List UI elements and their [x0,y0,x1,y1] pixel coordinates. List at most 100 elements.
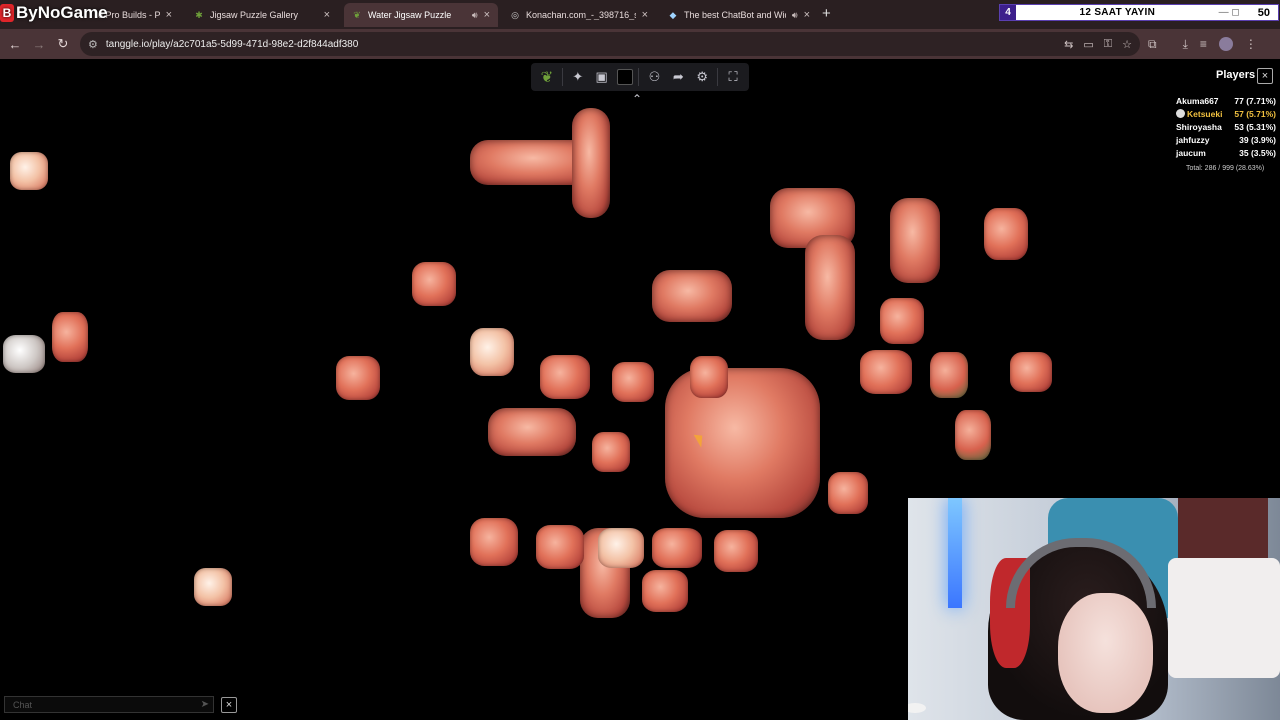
puzzle-piece[interactable] [3,335,45,373]
stream-status-bar: 4 12 SAAT YAYIN — ◻ 50 [999,4,1279,21]
close-icon[interactable]: × [642,9,648,21]
forward-arrow-icon[interactable]: → [27,37,51,52]
player-name: Akuma667 [1176,95,1219,106]
puzzle-piece[interactable] [470,328,514,376]
collapse-toolbar-icon[interactable]: ⌃ [632,92,642,106]
tab-title: Jigsaw Puzzle Gallery [210,10,299,20]
window-controls-icon: — ◻ [1218,7,1240,18]
tanggle-logo-icon[interactable]: ❦ [538,68,556,86]
close-icon[interactable]: × [484,9,490,21]
puzzle-piece[interactable] [828,472,868,514]
reload-icon[interactable]: ↻ [51,36,75,52]
site-info-icon[interactable]: ⚙︎ [88,38,98,51]
puzzle-piece[interactable] [1010,352,1052,392]
new-tab-button[interactable]: + [822,5,831,22]
puzzle-piece[interactable] [984,208,1028,260]
players-close-button[interactable]: × [1257,68,1273,84]
cast-icon[interactable]: ▭ [1083,38,1093,51]
puzzle-piece-cluster[interactable] [805,235,855,340]
close-icon[interactable]: × [804,9,810,21]
player-name-text: Ketsueki [1187,108,1223,119]
close-icon[interactable]: × [324,9,330,21]
address-bar[interactable]: ⚙︎ tanggle.io/play/a2c701a5-5d99-471d-98… [80,32,1140,56]
browser-toolbar: ← → ↻ ⚙︎ tanggle.io/play/a2c701a5-5d99-4… [0,29,1280,59]
game-toolbar: ❦ ✦ ▣ ⚇ ➦ ⚙︎ ⛶ [531,63,749,91]
progress-total: Total: 286 / 999 (28.63%) [1186,165,1265,172]
puzzle-piece[interactable] [194,568,232,606]
puzzle-piece[interactable] [955,410,991,460]
chat-close-button[interactable]: × [221,697,237,713]
key-icon[interactable]: ⚿ [1104,38,1112,51]
puzzle-piece[interactable] [652,528,702,568]
puzzle-piece-cluster[interactable] [652,270,732,322]
playlist-icon[interactable]: ≡ [1200,37,1207,51]
player-score: 77 (7.71%) [1234,95,1276,106]
stream-label: 12 SAAT YAYIN [1079,7,1156,18]
puzzle-piece[interactable] [592,432,630,472]
globe-icon: ◎ [511,9,519,20]
puzzle-piece-cluster[interactable] [665,368,820,518]
player-row: Shiroyasha 53 (5.31%) [1176,120,1276,133]
webcam-streamer-face [1058,593,1153,713]
puzzle-piece[interactable] [470,518,518,566]
puzzle-piece-cluster[interactable] [572,108,610,218]
tab-jigsaw-gallery[interactable]: ✱ Jigsaw Puzzle Gallery × [186,3,338,27]
chat-placeholder: Chat [13,699,33,710]
extensions-icon[interactable]: ⧉ [1148,37,1157,52]
logo-text: ByNoGame [16,3,108,22]
tab-title: Water Jigsaw Puzzle [368,10,452,20]
puzzle-piece[interactable] [880,298,924,344]
puzzle-piece-cluster[interactable] [488,408,576,456]
chat-input[interactable]: Chat ➤ [4,696,214,713]
player-row-self: Ketsueki 57 (5.71%) [1176,107,1276,120]
player-row: jahfuzzy 39 (3.9%) [1176,133,1276,146]
puzzle-piece[interactable] [336,356,380,400]
tab-chatbot[interactable]: ◆ The best ChatBot and Widg 🔊︎ × [660,3,818,27]
players-icon[interactable]: ⚇ [645,68,663,86]
url-text: tanggle.io/play/a2c701a5-5d99-471d-98e2-… [105,38,359,50]
players-list: Akuma667 77 (7.71%) Ketsueki 57 (5.71%) … [1176,94,1276,159]
puzzle-piece[interactable] [714,530,758,572]
puzzle-piece[interactable] [690,356,728,398]
bookmark-star-icon[interactable]: ☆ [1122,38,1132,51]
background-color-button[interactable] [616,69,633,85]
stream-count: 50 [1257,6,1270,19]
profile-avatar[interactable] [1218,37,1233,51]
puzzle-piece[interactable] [540,355,590,399]
logo-mark-icon: B [0,4,14,22]
close-icon[interactable]: × [166,9,172,21]
puzzle-piece[interactable] [598,528,644,568]
menu-kebab-icon[interactable]: ⋮ [1245,37,1257,51]
puzzle-piece[interactable] [642,570,688,612]
divider [638,68,640,86]
puzzle-piece[interactable] [10,152,48,190]
preview-image-icon[interactable]: ▣ [593,68,611,86]
tab-water-jigsaw[interactable]: ❦ Water Jigsaw Puzzle 🔊︎ × [344,3,498,27]
puzzle-piece[interactable] [536,525,584,569]
puzzle-piece-cluster[interactable] [890,198,940,283]
fullscreen-icon[interactable]: ⛶ [724,68,742,86]
puzzle-piece[interactable] [930,352,968,398]
send-icon[interactable]: ➤ [201,699,209,710]
back-arrow-icon[interactable]: ← [3,37,27,52]
player-name: jahfuzzy [1176,134,1210,145]
puzzle-piece[interactable] [412,262,456,306]
player-row: jaucum 35 (3.5%) [1176,146,1276,159]
webcam-poster [1178,498,1268,558]
diamond-icon: ◆ [669,9,677,20]
share-icon[interactable]: ➦ [669,68,687,86]
speaker-icon[interactable]: 🔊︎ [792,10,798,21]
puzzle-piece-icon[interactable]: ✦ [569,68,587,86]
player-row: Akuma667 77 (7.71%) [1176,94,1276,107]
leaf-icon: ❦ [353,9,361,20]
viewer-index: 4 [1000,5,1016,20]
translate-icon[interactable]: ⇆ [1064,38,1073,51]
download-icon[interactable]: ⤓ [1183,37,1188,52]
speaker-icon[interactable]: 🔊︎ [472,10,478,21]
puzzle-piece[interactable] [612,362,654,402]
settings-gear-icon[interactable]: ⚙︎ [693,68,711,86]
webcam-bed [1168,558,1280,678]
puzzle-piece[interactable] [52,312,88,362]
tab-konachan[interactable]: ◎ Konachan.com_-_398716_samp × [502,3,656,27]
puzzle-piece[interactable] [860,350,912,394]
